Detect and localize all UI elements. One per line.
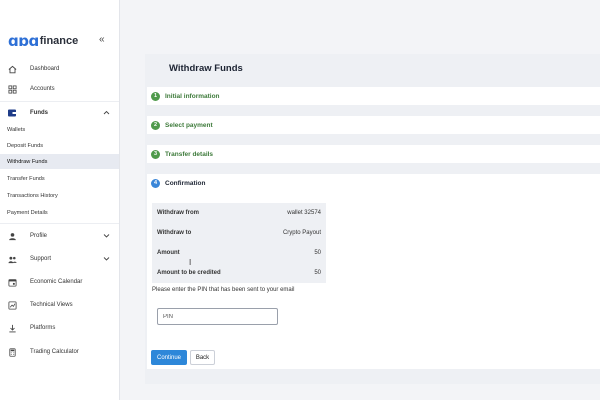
summary-value: 50 xyxy=(314,270,321,276)
user-icon xyxy=(7,231,17,241)
summary-key: Amount to be credited xyxy=(157,270,221,276)
step-label: Confirmation xyxy=(165,179,206,187)
sidebar-item-label: Accounts xyxy=(30,86,55,92)
sidebar-item-economic-calendar[interactable]: Economic Calendar xyxy=(0,273,119,291)
sidebar-subitem-deposit-funds[interactable]: Deposit Funds xyxy=(0,138,119,153)
summary-row: Withdraw to Crypto Payout xyxy=(152,223,326,243)
grid-icon xyxy=(7,84,17,94)
sidebar-item-support[interactable]: Support xyxy=(0,250,119,268)
step-transfer-details[interactable]: 3 Transfer details xyxy=(147,145,600,163)
sidebar-item-funds[interactable]: Funds xyxy=(0,104,119,122)
summary-value: 50 xyxy=(314,250,321,256)
sidebar-item-trading-calculator[interactable]: Trading Calculator xyxy=(0,343,119,361)
logo-mark: ɑɒɑ xyxy=(8,32,39,50)
step-number-badge: 2 xyxy=(151,120,160,130)
brand-logo[interactable]: ɑɒɑ finance xyxy=(8,32,78,50)
home-icon xyxy=(7,64,17,74)
collapse-sidebar-icon[interactable]: « xyxy=(99,34,105,45)
summary-value: wallet 32574 xyxy=(287,210,321,216)
summary-value: Crypto Payout xyxy=(282,230,321,236)
sidebar-item-profile[interactable]: Profile xyxy=(0,227,119,245)
main-content: Withdraw Funds 1 Initial information 2 S… xyxy=(121,54,600,400)
step-label: Select payment xyxy=(165,121,213,129)
sidebar-item-label: Economic Calendar xyxy=(30,279,83,285)
sidebar-subitem-withdraw-funds[interactable]: Withdraw Funds xyxy=(0,154,119,169)
pin-input[interactable] xyxy=(157,308,278,325)
top-bar xyxy=(121,0,600,54)
download-icon xyxy=(7,323,17,333)
back-button[interactable]: Back xyxy=(190,350,215,365)
chevron-up-icon xyxy=(103,110,110,117)
step-label: Transfer details xyxy=(165,150,214,158)
sidebar-subitem-transfer-funds[interactable]: Transfer Funds xyxy=(0,171,119,186)
sidebar-item-label: Trading Calculator xyxy=(30,349,79,355)
step-select-payment[interactable]: 2 Select payment xyxy=(147,116,600,134)
page-title: Withdraw Funds xyxy=(169,63,243,74)
sidebar-item-accounts[interactable]: Accounts xyxy=(0,80,119,98)
calculator-icon xyxy=(7,347,17,357)
summary-row: Amount 50 xyxy=(152,243,326,263)
summary-row: Withdraw from wallet 32574 xyxy=(152,203,326,223)
logo-text: finance xyxy=(39,35,79,47)
chevron-down-icon xyxy=(103,256,110,263)
sidebar-item-label: Support xyxy=(30,256,52,262)
summary-key: Withdraw from xyxy=(157,210,199,216)
text-cursor-icon: I xyxy=(189,258,192,267)
chart-icon xyxy=(7,300,17,310)
sidebar-subitem-payment-details[interactable]: Payment Details xyxy=(0,205,119,220)
sidebar-divider xyxy=(0,223,119,224)
summary-key: Withdraw to xyxy=(157,230,192,236)
continue-button[interactable]: Continue xyxy=(151,350,187,365)
sidebar-item-label: Funds xyxy=(30,110,48,116)
sidebar-item-dashboard[interactable]: Dashboard xyxy=(0,60,119,78)
sidebar: ɑɒɑ finance « Dashboard Accounts Funds W… xyxy=(0,0,120,400)
summary-table: Withdraw from wallet 32574 Withdraw to C… xyxy=(152,203,326,283)
sidebar-divider xyxy=(0,101,119,102)
step-number-badge: 4 xyxy=(151,178,160,188)
step-number-badge: 1 xyxy=(151,91,160,101)
wallet-icon xyxy=(7,108,17,118)
support-icon xyxy=(7,254,17,264)
calendar-icon xyxy=(7,277,17,287)
step-number-badge: 3 xyxy=(151,149,160,159)
sidebar-item-technical-views[interactable]: Technical Views xyxy=(0,296,119,314)
chevron-down-icon xyxy=(103,233,110,240)
sidebar-item-label: Platforms xyxy=(30,325,56,331)
summary-key: Amount xyxy=(157,250,180,256)
sidebar-item-label: Dashboard xyxy=(30,66,60,72)
sidebar-item-label: Profile xyxy=(30,233,48,239)
step-initial-information[interactable]: 1 Initial information xyxy=(147,87,600,105)
sidebar-subitem-wallets[interactable]: Wallets xyxy=(0,122,119,137)
sidebar-subitem-transactions-history[interactable]: Transactions History xyxy=(0,188,119,203)
sidebar-item-label: Technical Views xyxy=(30,302,73,308)
summary-row: Amount to be credited 50 xyxy=(152,263,326,283)
pin-instruction: Please enter the PIN that has been sent … xyxy=(152,287,295,293)
step-label: Initial information xyxy=(165,92,220,100)
sidebar-item-platforms[interactable]: Platforms xyxy=(0,319,119,337)
